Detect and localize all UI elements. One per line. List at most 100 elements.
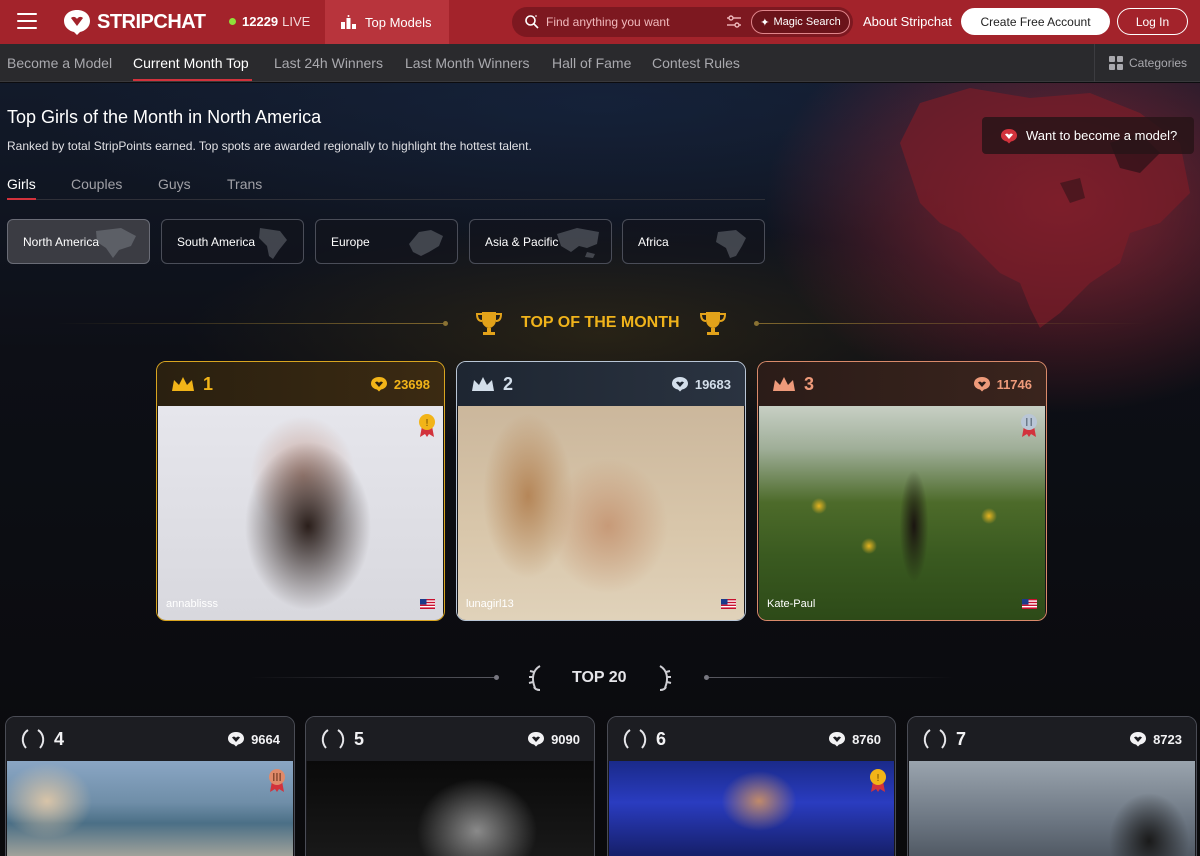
crown-icon bbox=[773, 377, 795, 391]
gold-medal-icon: ! bbox=[870, 769, 886, 792]
card-header: 2 19683 bbox=[457, 362, 745, 406]
model-photo[interactable]: Kate-Paul bbox=[759, 406, 1045, 620]
us-flag-icon bbox=[1022, 599, 1037, 609]
live-label: LIVE bbox=[282, 14, 311, 29]
nav-hall-of-fame[interactable]: Hall of Fame bbox=[552, 55, 631, 71]
points-value: 9090 bbox=[551, 731, 580, 747]
section-divider-left bbox=[250, 677, 495, 678]
tab-guys[interactable]: Guys bbox=[158, 176, 191, 192]
points: 9664 bbox=[227, 731, 280, 747]
become-model-button[interactable]: Want to become a model? bbox=[982, 117, 1194, 154]
tab-girls[interactable]: Girls bbox=[7, 176, 36, 192]
live-dot-icon bbox=[229, 18, 236, 25]
us-flag-icon bbox=[420, 599, 435, 609]
section-dot bbox=[494, 675, 499, 680]
top-models-label: Top Models bbox=[365, 14, 432, 30]
rank-number: 3 bbox=[804, 373, 815, 394]
region-africa[interactable]: Africa bbox=[622, 219, 765, 264]
rank-number: 4 bbox=[54, 728, 65, 749]
categories-label: Categories bbox=[1129, 56, 1188, 70]
become-model-label: Want to become a model? bbox=[1026, 128, 1178, 143]
categories-button[interactable]: Categories bbox=[1094, 44, 1200, 82]
section-dot bbox=[443, 321, 448, 326]
magic-search-button[interactable]: ✦ Magic Search bbox=[751, 10, 850, 34]
section-divider-right bbox=[759, 323, 1147, 324]
model-card-rank-5[interactable]: 5 9090 bbox=[305, 716, 595, 856]
model-card-rank-2[interactable]: 2 19683 lunagirl13 bbox=[456, 361, 746, 621]
points: 19683 bbox=[671, 376, 731, 392]
region-label: Africa bbox=[638, 234, 669, 249]
page-title: Top Girls of the Month in North America bbox=[7, 107, 322, 127]
top-models-button[interactable]: Top Models bbox=[325, 0, 449, 44]
active-gender-underline bbox=[7, 198, 36, 200]
tab-couples[interactable]: Couples bbox=[71, 176, 122, 192]
section-title-top-month: TOP OF THE MONTH bbox=[521, 314, 680, 331]
tab-trans[interactable]: Trans bbox=[227, 176, 262, 192]
model-photo[interactable] bbox=[909, 761, 1195, 856]
region-asia-pacific[interactable]: Asia & Pacific bbox=[469, 219, 612, 264]
model-photo[interactable]: ! annablisss bbox=[158, 406, 443, 620]
strippoints-icon bbox=[671, 377, 688, 392]
card-header: 7 8723 bbox=[908, 717, 1196, 761]
model-card-rank-7[interactable]: 7 8723 bbox=[907, 716, 1197, 856]
search-bar: ✦ Magic Search bbox=[512, 7, 853, 37]
model-card-rank-4[interactable]: 4 9664 bbox=[5, 716, 295, 856]
filter-icon[interactable] bbox=[726, 14, 742, 30]
section-title-top20: TOP 20 bbox=[572, 669, 627, 686]
about-link[interactable]: About Stripchat bbox=[863, 14, 952, 29]
login-button[interactable]: Log In bbox=[1117, 8, 1188, 35]
region-label: Asia & Pacific bbox=[485, 234, 559, 249]
points: 11746 bbox=[973, 376, 1032, 392]
live-counter[interactable]: 12229 LIVE bbox=[229, 14, 310, 29]
model-card-rank-6[interactable]: 6 8760 ! bbox=[607, 716, 896, 856]
points-value: 23698 bbox=[393, 376, 430, 392]
model-username: Kate-Paul bbox=[767, 598, 816, 610]
points-value: 9664 bbox=[251, 731, 280, 747]
model-photo[interactable]: ! bbox=[609, 761, 894, 856]
model-photo[interactable] bbox=[307, 761, 593, 856]
rank-number: 1 bbox=[203, 373, 214, 394]
points: 8723 bbox=[1129, 731, 1182, 747]
search-input[interactable] bbox=[546, 12, 716, 32]
region-north-america[interactable]: North America bbox=[7, 219, 150, 264]
nav-current-month-top[interactable]: Current Month Top bbox=[133, 55, 249, 71]
nav-last-24h-winners[interactable]: Last 24h Winners bbox=[274, 55, 383, 71]
region-south-america[interactable]: South America bbox=[161, 219, 304, 264]
model-photo[interactable]: lunagirl13 bbox=[458, 406, 744, 620]
magic-search-label: Magic Search bbox=[773, 16, 841, 28]
gold-medal-icon: ! bbox=[419, 414, 435, 437]
section-divider-right bbox=[709, 677, 954, 678]
nav-become-model[interactable]: Become a Model bbox=[7, 55, 112, 71]
nav-last-month-winners[interactable]: Last Month Winners bbox=[405, 55, 530, 71]
region-europe[interactable]: Europe bbox=[315, 219, 458, 264]
crown-icon bbox=[472, 377, 494, 391]
strippoints-icon bbox=[370, 377, 387, 392]
rank-number: 7 bbox=[956, 728, 967, 749]
laurel-icon bbox=[21, 729, 45, 749]
card-header: 6 8760 bbox=[608, 717, 895, 761]
model-card-rank-1[interactable]: 1 23698 ! annablisss bbox=[156, 361, 445, 621]
logo[interactable]: STRIPCHAT bbox=[63, 8, 206, 36]
grid-icon bbox=[1109, 56, 1123, 70]
model-card-rank-3[interactable]: 3 11746 Kate-Paul bbox=[757, 361, 1047, 621]
top-header: STRIPCHAT 12229 LIVE Top Models ✦ Magic … bbox=[0, 0, 1200, 44]
map-icon bbox=[96, 228, 136, 258]
region-label: North America bbox=[23, 234, 100, 249]
podium-icon bbox=[341, 15, 356, 29]
trophy-icon bbox=[475, 312, 503, 335]
laurel-icon bbox=[321, 729, 345, 749]
nav-contest-rules[interactable]: Contest Rules bbox=[652, 55, 740, 71]
search-icon bbox=[525, 15, 539, 29]
strippoints-icon bbox=[973, 377, 990, 392]
hamburger-menu-icon[interactable] bbox=[17, 13, 37, 29]
model-photo[interactable] bbox=[7, 761, 293, 856]
map-icon bbox=[716, 230, 746, 258]
points-value: 19683 bbox=[694, 376, 731, 392]
map-icon bbox=[409, 230, 443, 256]
strippoints-icon bbox=[829, 732, 846, 747]
region-label: South America bbox=[177, 234, 256, 249]
secondary-nav: Become a Model Current Month Top Last 24… bbox=[0, 44, 1200, 82]
tabs-divider bbox=[7, 199, 765, 200]
create-account-button[interactable]: Create Free Account bbox=[961, 8, 1110, 35]
card-header: 5 9090 bbox=[306, 717, 594, 761]
